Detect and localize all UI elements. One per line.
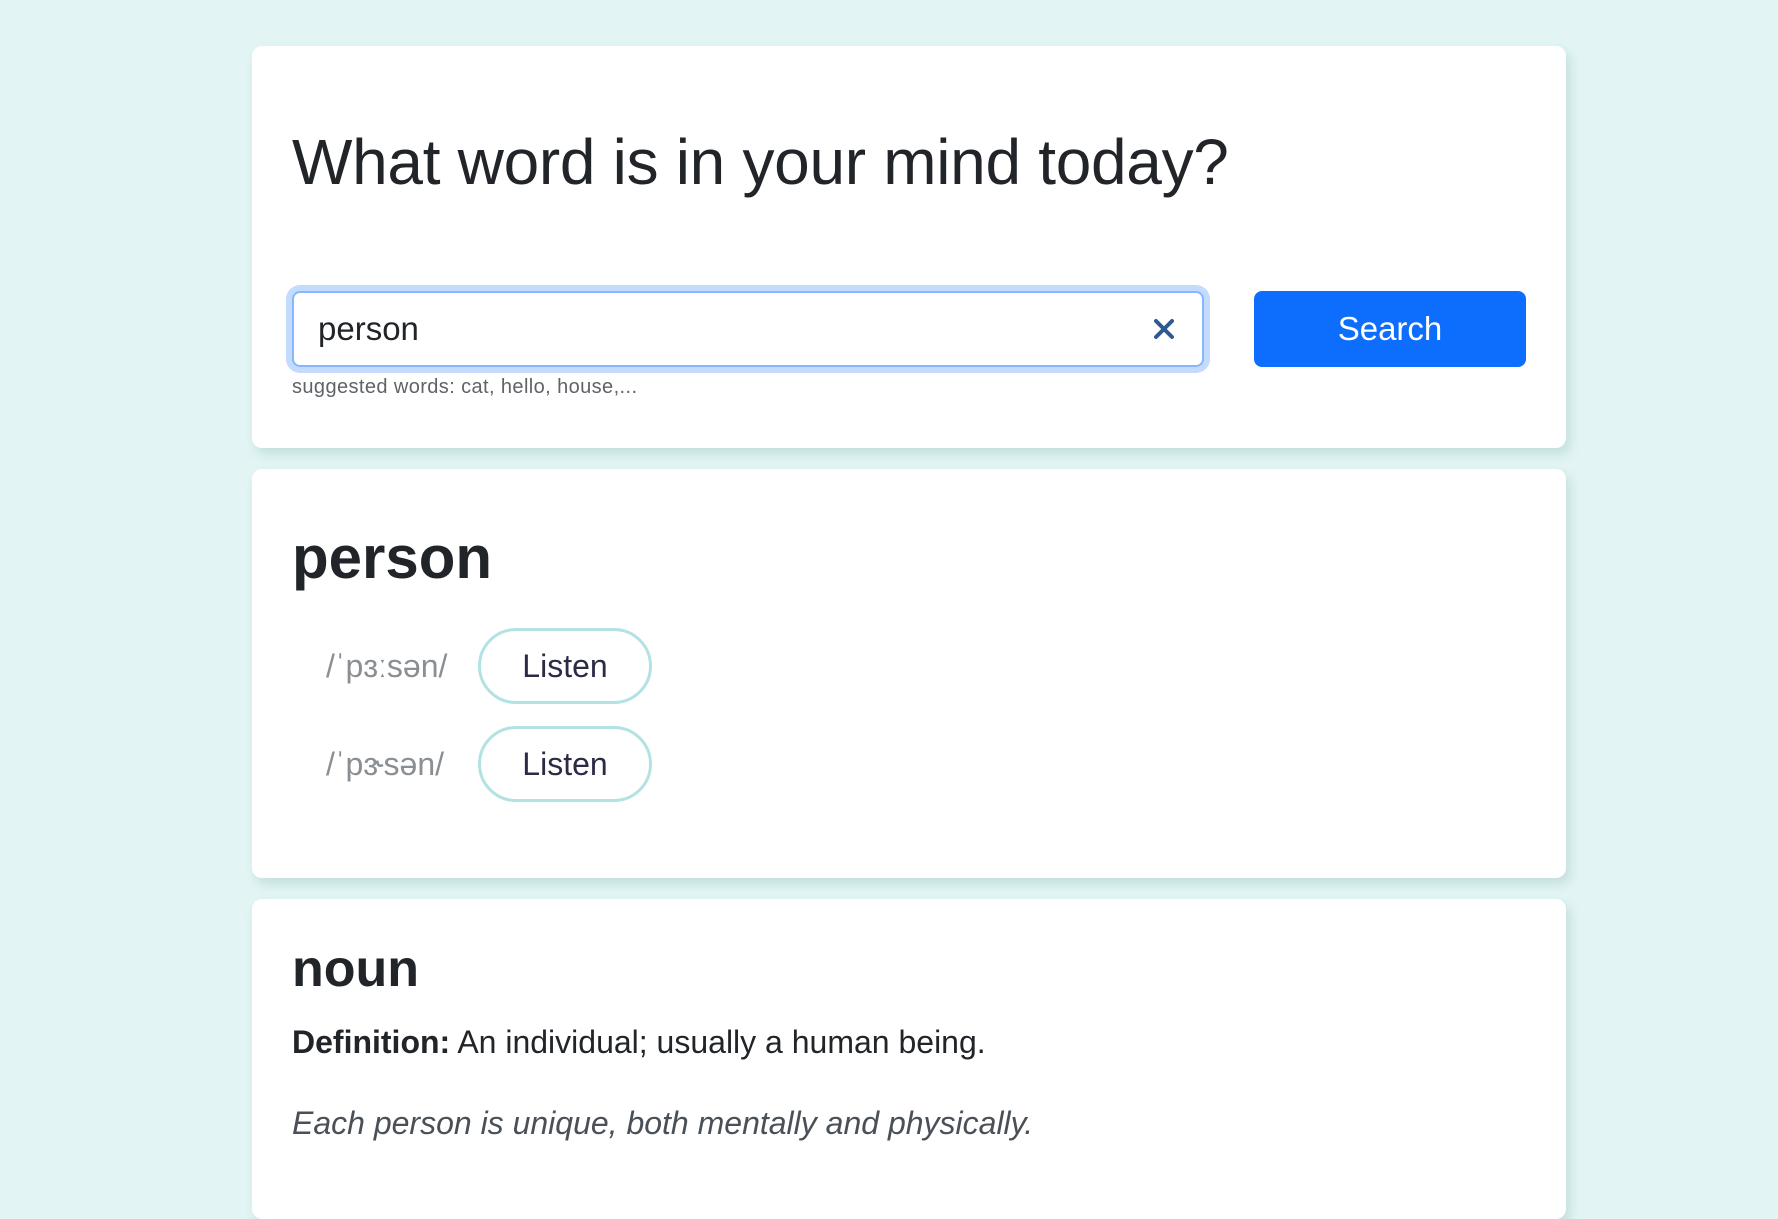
search-button[interactable]: Search [1254, 291, 1526, 367]
meaning-card: noun Definition: An individual; usually … [252, 899, 1566, 1219]
listen-button[interactable]: Listen [478, 628, 652, 704]
headword: person [292, 524, 493, 591]
phonetic-text: /ˈpɜːsən/ [326, 647, 448, 684]
definition-text: An individual; usually a human being. [457, 1024, 986, 1060]
example-sentence: Each person is unique, both mentally and… [292, 1105, 1034, 1141]
page-title: What word is in your mind today? [292, 126, 1229, 198]
clear-search-button[interactable] [1142, 307, 1186, 351]
phonetic-text: /ˈpɝsən/ [326, 745, 445, 782]
search-input[interactable] [294, 293, 1134, 365]
search-hint: suggested words: cat, hello, house,... [292, 376, 638, 398]
definition: Definition: An individual; usually a hum… [292, 1024, 986, 1061]
listen-button[interactable]: Listen [478, 726, 652, 802]
search-card: What word is in your mind today? suggest… [252, 46, 1566, 448]
close-icon [1154, 319, 1174, 339]
phonetic-row: /ˈpɜːsən/ Listen [326, 627, 652, 705]
search-box [292, 291, 1204, 367]
phonetic-row: /ˈpɝsən/ Listen [326, 725, 652, 803]
word-card: person /ˈpɜːsən/ Listen /ˈpɝsən/ Listen [252, 469, 1566, 878]
definition-label: Definition: [292, 1024, 451, 1060]
part-of-speech: noun [292, 940, 420, 998]
